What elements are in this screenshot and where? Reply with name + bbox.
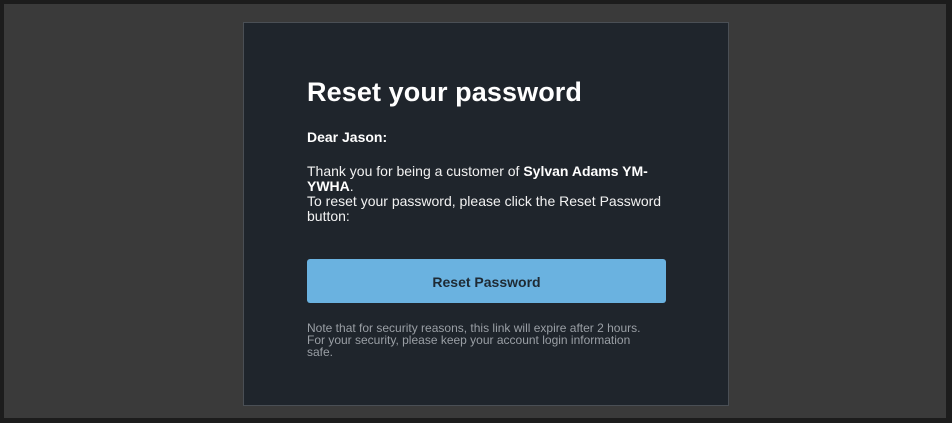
email-card: Reset your password Dear Jason: Thank yo…: [243, 22, 729, 406]
intro-text: Thank you for being a customer of: [307, 163, 524, 179]
instruction-text: To reset your password, please click the…: [307, 193, 662, 224]
email-title: Reset your password: [307, 77, 582, 107]
security-note-line2: For your security, please keep your acco…: [307, 333, 631, 359]
reset-password-button[interactable]: Reset Password: [307, 259, 666, 303]
email-content: Reset your password Dear Jason: Thank yo…: [307, 75, 667, 358]
intro-suffix: .: [349, 178, 354, 194]
email-body: Thank you for being a customer of Sylvan…: [307, 164, 667, 224]
viewer-background: Reset your password Dear Jason: Thank yo…: [4, 4, 946, 418]
security-note: Note that for security reasons, this lin…: [307, 322, 657, 358]
greeting: Dear Jason:: [307, 129, 388, 145]
